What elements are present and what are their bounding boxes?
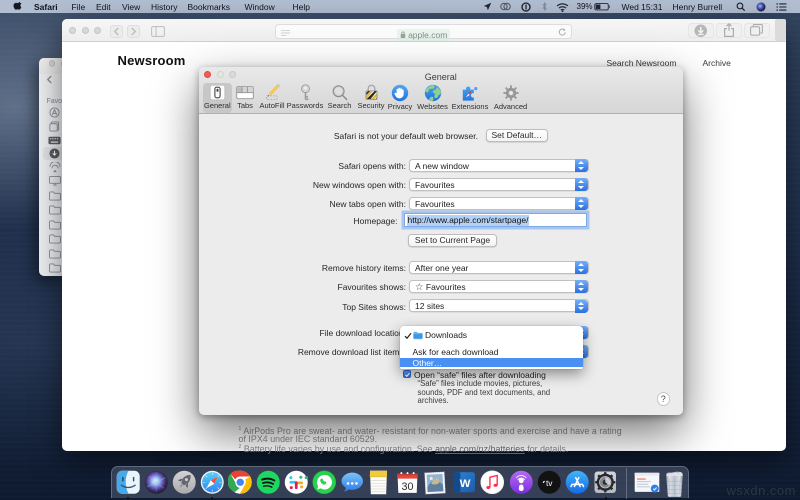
svg-text:tv: tv [546,478,553,488]
svg-text:W: W [460,477,471,489]
svg-text:30: 30 [401,481,413,493]
